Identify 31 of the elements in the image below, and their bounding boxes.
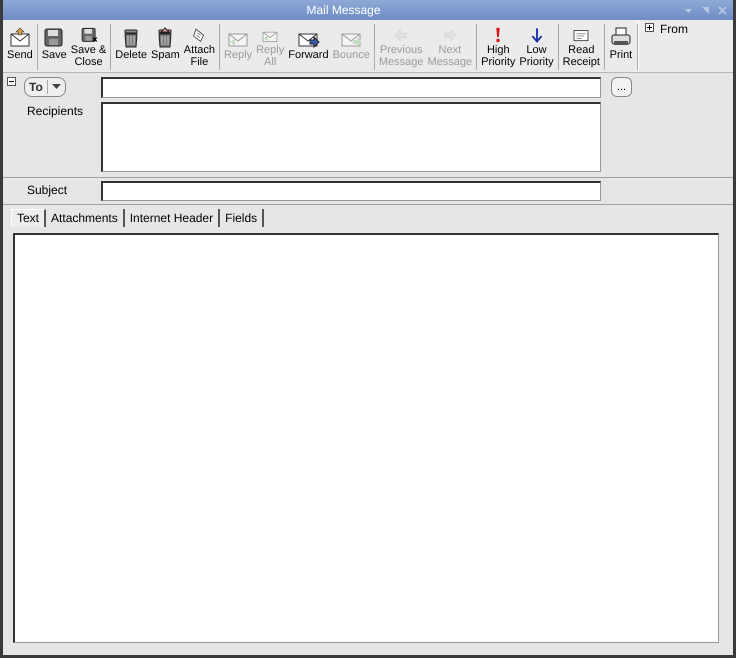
- tab[interactable]: Attachments: [46, 209, 125, 227]
- toolbar-button[interactable]: Print: [606, 26, 635, 68]
- toolbar-button[interactable]: Forward: [286, 26, 331, 68]
- toolbar-button[interactable]: Delete: [113, 26, 150, 68]
- toolbar-button[interactable]: High Priority: [479, 26, 518, 68]
- exclamation-icon: [494, 27, 502, 43]
- printer-icon: [608, 26, 633, 48]
- recipients-field[interactable]: [101, 102, 601, 172]
- expand-icon[interactable]: [644, 23, 654, 32]
- tab[interactable]: Text: [11, 209, 46, 227]
- caret-icon: [52, 84, 61, 90]
- tab[interactable]: Internet Header: [124, 209, 220, 227]
- message-body-field[interactable]: [13, 233, 719, 643]
- toolbar-button[interactable]: Spam: [149, 26, 182, 68]
- recipient-input-field[interactable]: [101, 77, 601, 98]
- toolbar-button[interactable]: Read Receipt: [560, 26, 602, 68]
- address-type-dropdown[interactable]: To: [24, 77, 66, 97]
- toolbar-button[interactable]: Save: [40, 26, 69, 68]
- toolbar-button[interactable]: Save & Close: [68, 26, 108, 68]
- collapse-icon[interactable]: [7, 77, 16, 86]
- subject-label: Subject: [26, 182, 68, 199]
- toolbar-button[interactable]: Send: [5, 26, 35, 68]
- envelope-icon: [8, 26, 32, 48]
- toolbar-button[interactable]: Low Priority: [517, 26, 556, 68]
- from-label: From: [660, 23, 688, 35]
- more-button[interactable]: ...: [611, 77, 632, 97]
- tab[interactable]: Fields: [220, 209, 264, 227]
- toolbar-button[interactable]: Attach File: [182, 26, 217, 68]
- window-title: Mail Message: [305, 2, 382, 19]
- recipients-label: Recipients: [26, 103, 84, 120]
- subject-input-field[interactable]: [101, 181, 601, 201]
